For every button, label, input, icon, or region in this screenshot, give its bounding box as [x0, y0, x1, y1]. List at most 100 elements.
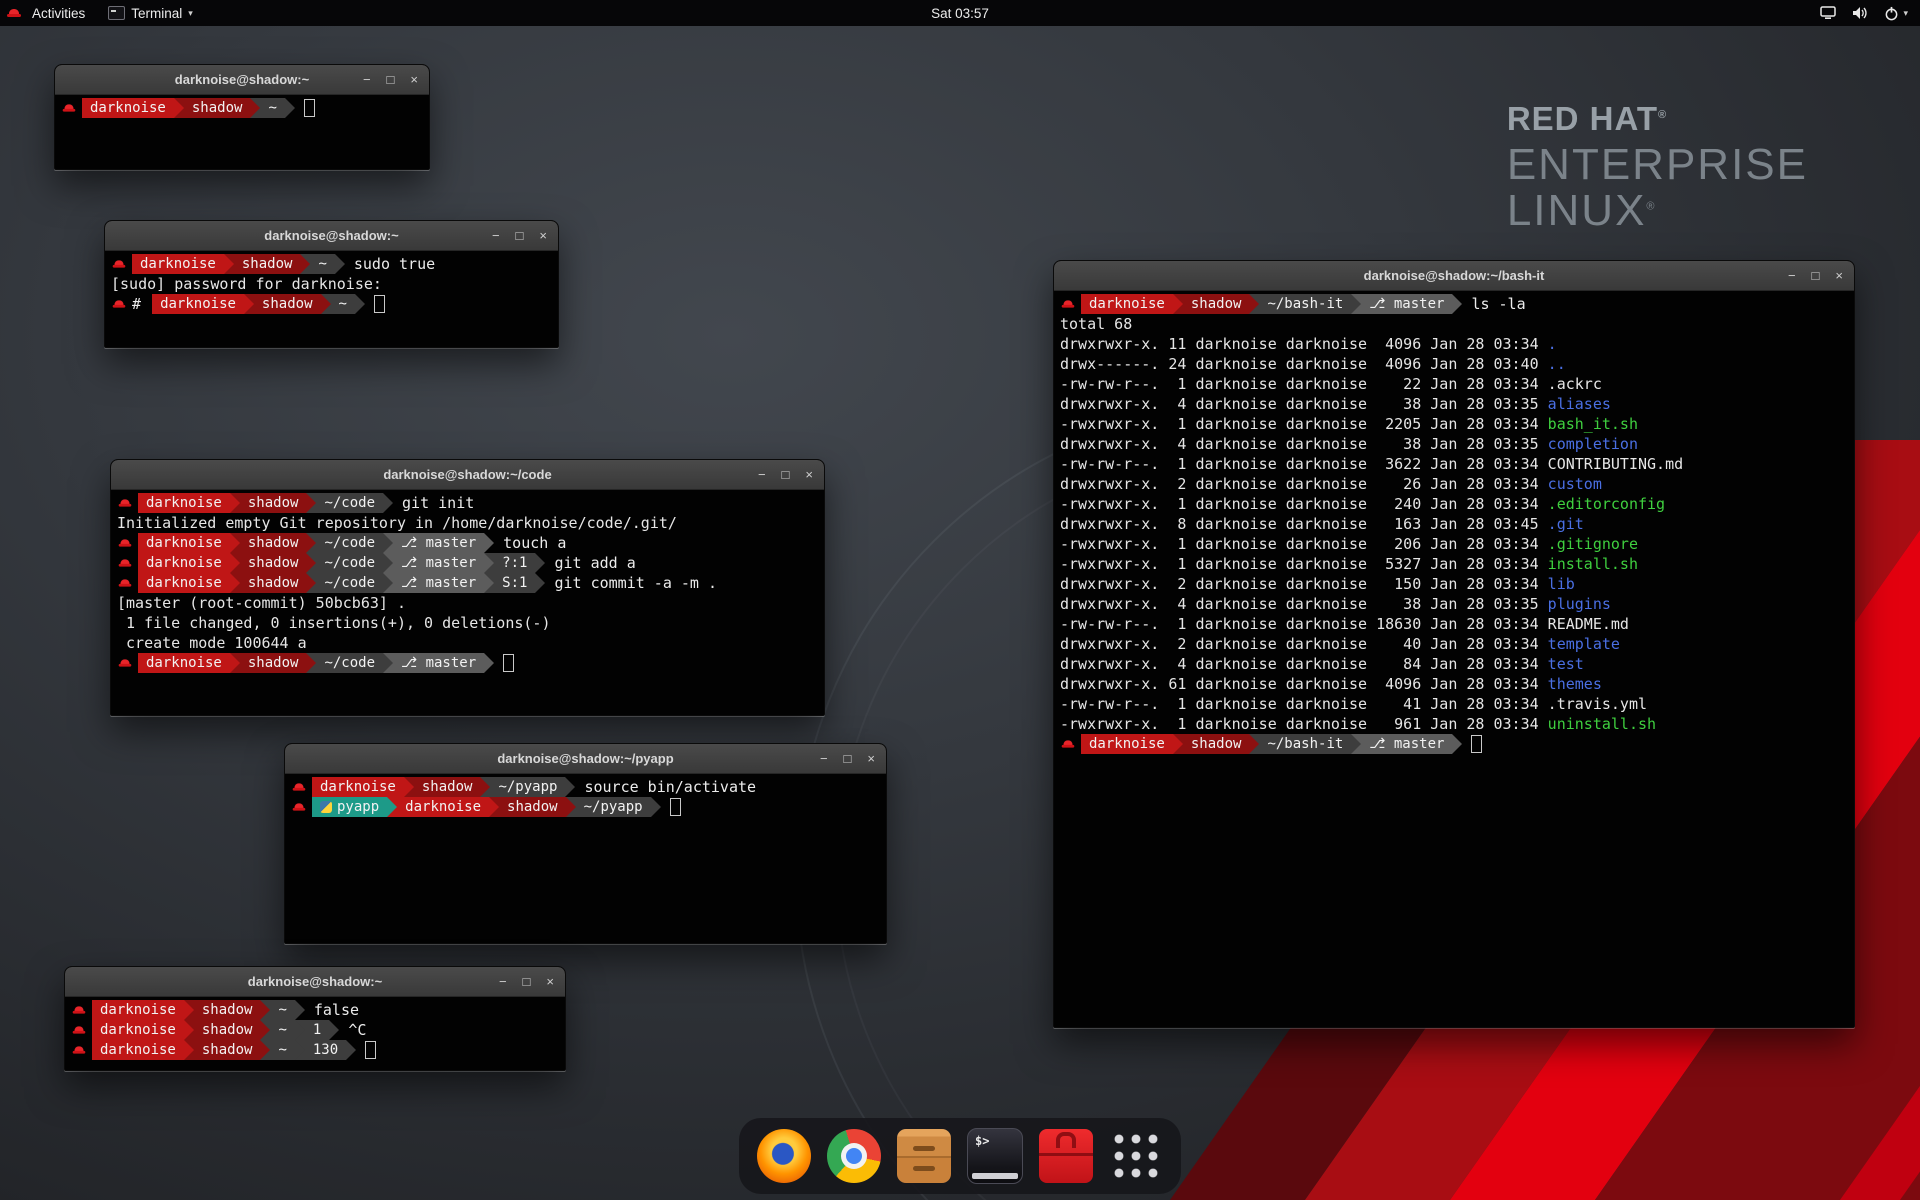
terminal-line: darknoiseshadow~/codegit init [117, 493, 818, 513]
window-title: darknoise@shadow:~ [65, 967, 565, 996]
terminal-icon[interactable]: $> [967, 1128, 1023, 1184]
clock[interactable]: Sat 03:57 [0, 6, 1920, 21]
close-button[interactable]: × [805, 468, 813, 481]
window-titlebar[interactable]: darknoise@shadow:~/bash-it − □ × [1054, 261, 1854, 291]
volume-icon[interactable] [1852, 6, 1868, 20]
prompt-segment: 130 [305, 1040, 346, 1060]
firefox-icon[interactable] [757, 1129, 811, 1183]
powerline-arrow [230, 493, 240, 513]
prompt-segment: ~/bash-it [1259, 294, 1351, 314]
minimize-button[interactable]: − [363, 73, 371, 86]
prompt-segment: darknoise [312, 777, 404, 797]
powerline-arrow [244, 294, 254, 314]
close-button[interactable]: × [410, 73, 418, 86]
maximize-button[interactable]: □ [844, 752, 852, 765]
prompt-segment: S:1 [494, 573, 535, 593]
prompt-segment: darknoise [82, 98, 174, 118]
git-branch-icon: ⎇ [401, 533, 426, 553]
window-titlebar[interactable]: darknoise@shadow:~ − □ × [65, 967, 565, 997]
terminal-content[interactable]: darknoiseshadow~falsedarknoiseshadow~1^C… [65, 997, 565, 1070]
terminal-line: pyappdarknoiseshadow~/pyapp [291, 797, 880, 817]
prompt-segment: darknoise [92, 1040, 184, 1060]
powerline-arrow [184, 1000, 194, 1020]
maximize-button[interactable]: □ [516, 229, 524, 242]
window-titlebar[interactable]: darknoise@shadow:~ − □ × [55, 65, 429, 95]
minimize-button[interactable]: − [492, 229, 500, 242]
prompt-segment: shadow [194, 1020, 261, 1040]
window-title: darknoise@shadow:~/bash-it [1054, 261, 1854, 290]
prompt-segment: ⎇ master [393, 553, 484, 573]
activities-button[interactable]: Activities [28, 6, 89, 21]
terminal-content[interactable]: darknoiseshadow~ [55, 95, 429, 169]
terminal-window[interactable]: darknoise@shadow:~/bash-it − □ × darknoi… [1053, 260, 1855, 1028]
close-button[interactable]: × [546, 975, 554, 988]
terminal-line: darknoiseshadow~false [71, 1000, 559, 1020]
powerline-arrow [1249, 294, 1259, 314]
terminal-line: darknoiseshadow~/bash-it⎇ masterls -la [1060, 294, 1848, 314]
terminal-content[interactable]: darknoiseshadow~sudo true[sudo] password… [105, 251, 558, 347]
minimize-button[interactable]: − [499, 975, 507, 988]
terminal-line: darknoiseshadow~ [61, 98, 423, 118]
maximize-button[interactable]: □ [782, 468, 790, 481]
terminal-window[interactable]: darknoise@shadow:~/pyapp − □ × darknoise… [284, 743, 887, 944]
close-button[interactable]: × [1835, 269, 1843, 282]
terminal-window[interactable]: darknoise@shadow:~ − □ × darknoiseshadow… [104, 220, 559, 348]
terminal-line: drwxrwxr-x. 2 darknoise darknoise 40 Jan… [1060, 634, 1848, 654]
prompt-segment: shadow [240, 573, 307, 593]
terminal-window[interactable]: darknoise@shadow:~ − □ × darknoiseshadow… [64, 966, 566, 1071]
maximize-button[interactable]: □ [387, 73, 395, 86]
app-menu[interactable]: Terminal ▾ [108, 6, 193, 21]
power-icon[interactable]: ▾ [1884, 6, 1908, 21]
prompt-segment: ⎇ master [393, 573, 484, 593]
terminal-content[interactable]: darknoiseshadow~/pyappsource bin/activat… [285, 774, 886, 943]
terminal-content[interactable]: darknoiseshadow~/codegit initInitialized… [111, 490, 824, 715]
terminal-prompt-glyph: $> [975, 1134, 989, 1148]
powerline-arrow [230, 653, 240, 673]
terminal-line: drwxrwxr-x. 8 darknoise darknoise 163 Ja… [1060, 514, 1848, 534]
window-titlebar[interactable]: darknoise@shadow:~/code − □ × [111, 460, 824, 490]
app-grid-icon[interactable] [1109, 1129, 1163, 1183]
close-button[interactable]: × [539, 229, 547, 242]
minimize-button[interactable]: − [820, 752, 828, 765]
powerline-arrow [484, 533, 494, 553]
window-titlebar[interactable]: darknoise@shadow:~/pyapp − □ × [285, 744, 886, 774]
chrome-icon[interactable] [827, 1129, 881, 1183]
prompt-segment: ⎇ master [393, 653, 484, 673]
display-icon[interactable] [1820, 6, 1836, 20]
windows-layer: darknoise@shadow:~ − □ × darknoiseshadow… [0, 0, 1920, 1200]
terminal-line: -rwxrwxr-x. 1 darknoise darknoise 2205 J… [1060, 414, 1848, 434]
terminal-cursor [1471, 735, 1482, 753]
powerline-arrow [285, 98, 295, 118]
prompt-segment: darknoise [1081, 294, 1173, 314]
powerline-arrow [1249, 734, 1259, 754]
window-buttons: − □ × [363, 65, 418, 94]
terminal-content[interactable]: darknoiseshadow~/bash-it⎇ masterls -lato… [1054, 291, 1854, 1027]
redhat-icon [119, 497, 132, 510]
prompt-segment: ?:1 [494, 553, 535, 573]
prompt-segment: darknoise [1081, 734, 1173, 754]
terminal-cursor [670, 798, 681, 816]
powerline-arrow [260, 1020, 270, 1040]
powerline-arrow [260, 1000, 270, 1020]
window-titlebar[interactable]: darknoise@shadow:~ − □ × [105, 221, 558, 251]
close-button[interactable]: × [867, 752, 875, 765]
maximize-button[interactable]: □ [1812, 269, 1820, 282]
terminal-line: # darknoiseshadow~ [111, 294, 552, 314]
terminal-window[interactable]: darknoise@shadow:~/code − □ × darknoises… [110, 459, 825, 716]
prompt-segment: shadow [240, 493, 307, 513]
prompt-segment: ~/code [316, 493, 383, 513]
minimize-button[interactable]: − [758, 468, 766, 481]
window-title: darknoise@shadow:~/code [111, 460, 824, 489]
git-branch-icon: ⎇ [401, 553, 426, 573]
maximize-button[interactable]: □ [523, 975, 531, 988]
redhat-icon [293, 801, 306, 814]
file-name: test [1548, 655, 1584, 673]
prompt-segment: ~/code [316, 533, 383, 553]
terminal-cursor [503, 654, 514, 672]
toolbox-icon[interactable] [1039, 1129, 1093, 1183]
terminal-line: darknoiseshadow~/code⎇ mastertouch a [117, 533, 818, 553]
minimize-button[interactable]: − [1788, 269, 1796, 282]
powerline-arrow [300, 254, 310, 274]
terminal-window[interactable]: darknoise@shadow:~ − □ × darknoiseshadow… [54, 64, 430, 170]
files-icon[interactable] [897, 1129, 951, 1183]
